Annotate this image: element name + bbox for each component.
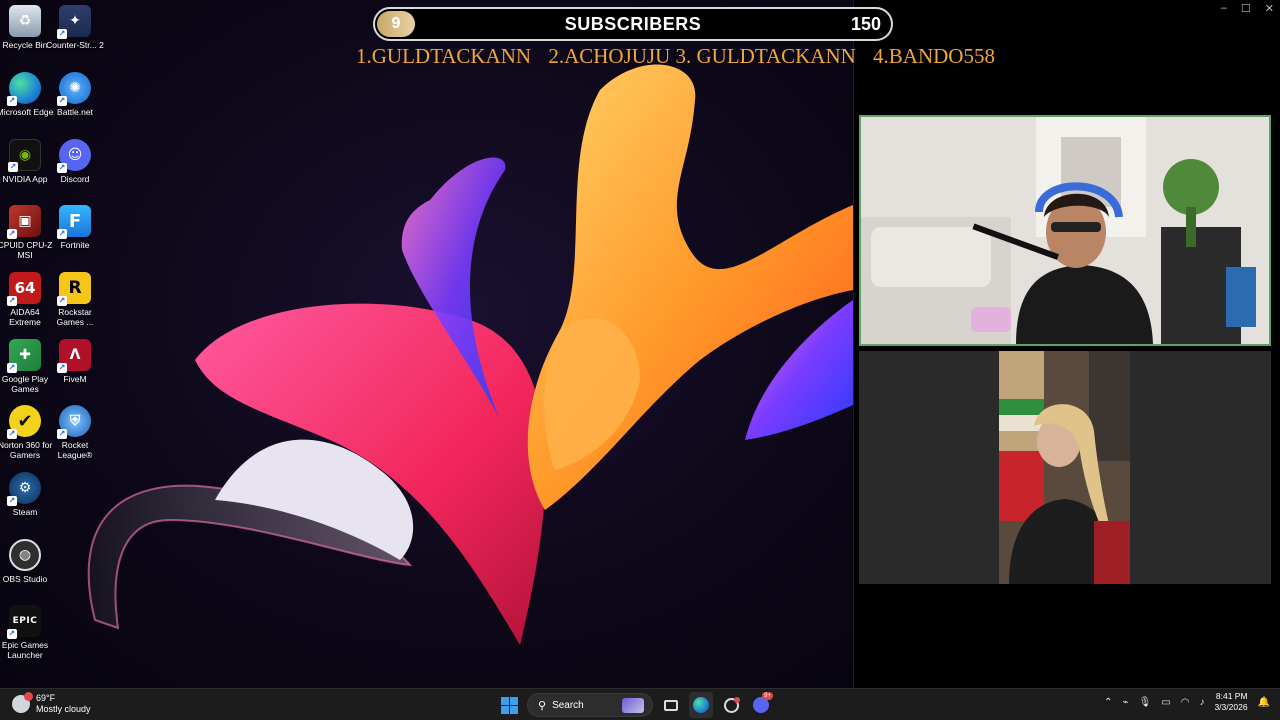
desktop-icon-label: Rockstar Games ...: [56, 307, 94, 327]
desktop-icon-norton[interactable]: ✔ ↗ Norton 360 for Gamers: [0, 405, 52, 460]
discord-icon: ☺ ↗: [57, 139, 91, 173]
search-label: Search: [552, 699, 584, 711]
taskbar-edge[interactable]: [689, 692, 713, 718]
top-subscribers-ticker: 1.GULDTACKANN 2.ACHOJUJU 3. GULDTACKANN …: [356, 44, 995, 69]
desktop-icon-battlenet[interactable]: ✺ ↗ Battle.net: [50, 72, 100, 117]
clock[interactable]: 8:41 PM 3/3/2026: [1214, 691, 1247, 713]
start-button[interactable]: [497, 692, 521, 718]
desktop-icon-label: Rocket League®: [57, 440, 93, 460]
desktop-wallpaper: [0, 0, 853, 688]
nvidia-icon: ◉ ↗: [8, 139, 41, 172]
weather-widget[interactable]: 69°F Mostly cloudy: [12, 692, 91, 715]
taskbar-apps: ⚲ Search 9+: [497, 692, 773, 718]
clock-time: 8:41 PM: [1215, 691, 1248, 701]
network-icon[interactable]: ⌁: [1123, 697, 1129, 708]
microphone-icon[interactable]: 🎙: [1139, 697, 1152, 708]
desktop-icon-google-play-games[interactable]: ✚ ↗ Google Play Games: [0, 339, 50, 394]
maximize-button[interactable]: ☐: [1241, 2, 1251, 15]
desktop-icon-nvidia[interactable]: ◉ ↗ NVIDIA App: [0, 139, 50, 184]
display-icon[interactable]: ▭: [1161, 697, 1170, 708]
weather-temperature: 69°F: [36, 693, 56, 703]
obs-icon: ◍: [9, 539, 41, 571]
cloud-weather-icon: [12, 692, 33, 713]
rockstar-glyph: R: [68, 278, 82, 298]
desktop-icon-epic-games[interactable]: EPIC ↗ Epic Games Launcher: [0, 605, 50, 660]
webcam-feed-guest: [999, 351, 1130, 584]
webcam-scene-2: [999, 351, 1130, 584]
window-controls: – ☐ ✕: [1221, 2, 1274, 15]
search-icon: ⚲: [538, 699, 547, 712]
desktop-icon-label: Fortnite: [60, 240, 90, 250]
epic-games-glyph: EPIC: [12, 616, 38, 626]
desktop-icon-discord[interactable]: ☺ ↗ Discord: [50, 139, 100, 184]
desktop-icon-label: Steam: [12, 507, 38, 517]
weather-text: 69°F Mostly cloudy: [36, 693, 91, 715]
subscriber-goal-title: SUBSCRIBERS: [564, 13, 702, 34]
minimize-button[interactable]: –: [1221, 2, 1227, 15]
desktop-icon-obs[interactable]: ◍ OBS Studio: [0, 539, 50, 584]
counter-strike-icon: ✦ ↗: [57, 5, 91, 39]
edge-icon: [693, 697, 709, 713]
desktop-icon-rocket-league[interactable]: ⛨ ↗ Rocket League®: [50, 405, 100, 460]
norton-icon: ✔ ↗: [7, 405, 41, 439]
webcam-scene-1: [861, 117, 1269, 344]
windows-logo-icon: [500, 696, 518, 714]
taskbar-search[interactable]: ⚲ Search: [527, 693, 653, 717]
battlenet-icon: ✺ ↗: [57, 72, 91, 106]
clock-date: 3/3/2026: [1214, 702, 1248, 712]
google-play-games-icon: ✚ ↗: [7, 339, 41, 373]
steam-icon: ⚙ ↗: [7, 472, 41, 506]
obs-icon: [723, 696, 740, 713]
aida64-glyph: 64: [14, 279, 36, 297]
rocket-league-icon: ⛨ ↗: [57, 405, 91, 439]
taskbar-obs[interactable]: [719, 692, 743, 718]
desktop-icon-counter-strike[interactable]: ✦ ↗ Counter-Str... 2: [46, 5, 104, 50]
desktop-icon-edge[interactable]: ↗ Microsoft Edge: [0, 72, 53, 117]
taskbar-discord[interactable]: 9+: [749, 692, 773, 718]
desktop-icon-steam[interactable]: ⚙ ↗ Steam: [0, 472, 50, 517]
desktop-icon-label: Counter-Str... 2: [46, 40, 104, 50]
rockstar-icon: R ↗: [57, 272, 91, 306]
ticker-entry: 2.ACHOJUJU 3. GULDTACKANN: [548, 44, 856, 68]
epic-games-icon: EPIC ↗: [7, 605, 41, 639]
chevron-up-icon[interactable]: ⌃: [1104, 697, 1112, 708]
weather-description: Mostly cloudy: [36, 704, 91, 714]
desktop-icon-label: OBS Studio: [2, 574, 48, 584]
fivem-icon: Λ ↗: [57, 339, 91, 373]
desktop-icon-label: Epic Games Launcher: [1, 640, 49, 660]
desktop-icon-fortnite[interactable]: F ↗ Fortnite: [50, 205, 100, 250]
desktop-icon-label: Discord: [60, 174, 90, 184]
close-button[interactable]: ✕: [1265, 2, 1274, 15]
desktop-icon-fivem[interactable]: Λ ↗ FiveM: [50, 339, 100, 384]
cpuz-icon: ▣ ↗: [7, 205, 41, 239]
desktop-icon-cpuz[interactable]: ▣ ↗ CPUID CPU-Z MSI: [0, 205, 52, 260]
ticker-entry: 1.GULDTACKANN: [356, 44, 532, 68]
notification-bell-icon[interactable]: 🔔: [1258, 697, 1270, 708]
aida64-icon: 64 ↗: [7, 272, 41, 306]
webcam-feed-streamer: [859, 115, 1271, 346]
subscriber-goal-bar: 9 SUBSCRIBERS 150: [373, 7, 893, 41]
task-view-button[interactable]: [659, 692, 683, 718]
wifi-icon[interactable]: ◠: [1181, 697, 1190, 708]
desktop-icon-label: FiveM: [63, 374, 87, 384]
wallpaper-art: [87, 64, 853, 645]
recycle-bin-icon: ♻: [9, 5, 41, 37]
ticker-entry: 4.BANDO558: [873, 44, 995, 68]
system-tray: ⌃ ⌁ 🎙 ▭ ◠ ♪ 8:41 PM 3/3/2026 🔔: [1104, 691, 1270, 713]
edge-icon: ↗: [7, 72, 41, 106]
desktop-icon-rockstar[interactable]: R ↗ Rockstar Games ...: [50, 272, 100, 327]
subscriber-goal-target: 150: [850, 13, 881, 34]
desktop-icon-aida64[interactable]: 64 ↗ AIDA64 Extreme: [0, 272, 50, 327]
search-highlight-icon: [622, 698, 644, 713]
desktop-screen: ♻ Recycle Bin ✦ ↗ Counter-Str... 2 ↗ Micr…: [0, 0, 1280, 720]
task-view-icon: [664, 699, 678, 711]
volume-icon[interactable]: ♪: [1199, 697, 1204, 708]
desktop-icon-label: Battle.net: [57, 107, 93, 117]
discord-notification-badge: 9+: [762, 692, 773, 700]
taskbar: 69°F Mostly cloudy ⚲ Search 9+ ⌃ ⌁ 🎙 ▭ ◠…: [0, 688, 1280, 720]
fortnite-icon: F ↗: [57, 205, 91, 239]
desktop-icon-recycle-bin[interactable]: ♻ Recycle Bin: [0, 5, 50, 50]
